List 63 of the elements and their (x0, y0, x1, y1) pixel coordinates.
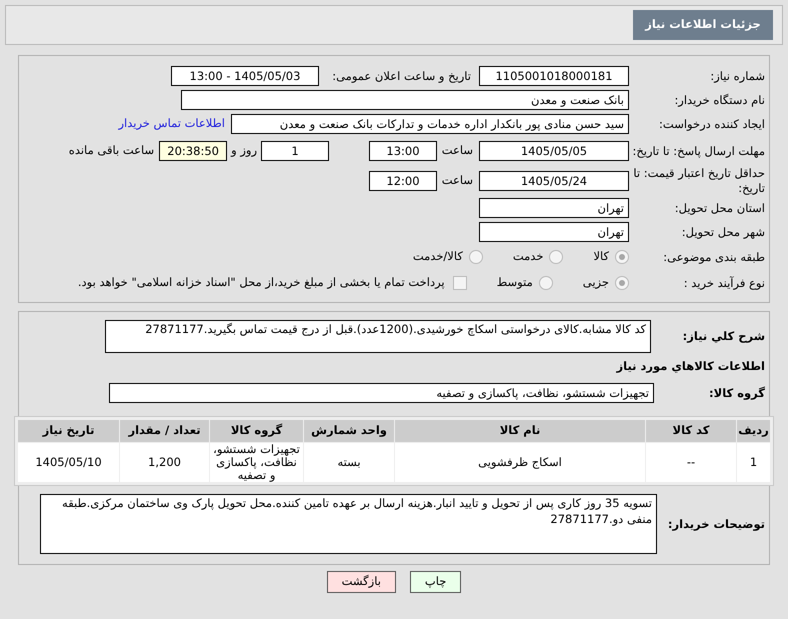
radio-button[interactable] (549, 250, 564, 264)
field-label: شهر محل تحویل: (680, 224, 766, 240)
field-label: استان محل تحویل: (674, 200, 766, 216)
back-button[interactable]: بازگشت (326, 571, 396, 593)
field-label: نوع فرآیند خرید : (682, 276, 766, 290)
field-label: حداقل تاریخ اعتبار قیمت: تا تاریخ: (632, 166, 766, 196)
field-text: جزیی (582, 274, 609, 292)
checkbox[interactable] (452, 276, 467, 290)
field-text: متوسط (496, 274, 533, 292)
input-field[interactable]: 1 (261, 141, 329, 161)
table-cell: اسکاج ظرفشویی (395, 443, 645, 482)
field-text: ساعت (440, 172, 474, 190)
table-cell: 1405/05/10 (18, 443, 119, 482)
field-label: نام دستگاه خریدار: (673, 92, 766, 108)
field-text: کالا (593, 248, 609, 266)
page-title: جزئیات اطلاعات نیاز (633, 10, 773, 40)
input-field[interactable]: تهران (479, 222, 629, 242)
field-label: گروه کالا: (708, 386, 766, 400)
field-label: شماره نیاز: (709, 68, 766, 84)
column-header: واحد شمارش (304, 420, 394, 442)
input-field[interactable]: 1405/05/24 (479, 171, 629, 191)
field-label: شرح کلي نياز: (682, 328, 766, 344)
input-field[interactable]: 13:00 (369, 141, 437, 161)
input-field[interactable]: تجهیزات شستشو، نظافت، پاکسازی و تصفیه (109, 383, 654, 403)
field-label: طبقه بندی موضوعی: (662, 250, 766, 264)
print-button[interactable]: چاپ (410, 571, 462, 593)
field-text: ساعت باقی مانده (68, 142, 156, 160)
contact-link[interactable]: اطلاعات تماس خریدار (118, 115, 231, 133)
field-text: روز و (230, 142, 258, 160)
column-header: گروه کالا (210, 420, 303, 442)
input-field[interactable]: 1405/05/03 - 13:00 (171, 66, 319, 86)
section-heading: اطلاعات کالاهاي مورد نياز (616, 358, 766, 376)
field-label: ایجاد کننده درخواست: (658, 116, 766, 132)
radio-button[interactable] (615, 276, 629, 290)
field-text: کالا/خدمت (412, 248, 463, 266)
radio-button[interactable] (538, 276, 553, 290)
field-text: ساعت (440, 142, 474, 160)
input-field[interactable]: 1105001018000181 (479, 66, 629, 86)
field-text: پرداخت تمام یا بخشی از مبلغ خرید،از محل "اسناد خزانه اسلامی" خواهد بود. (78, 274, 446, 292)
field-label: توضیحات خریدار: (666, 516, 766, 532)
table-cell: 1,200 (120, 443, 209, 482)
text-area[interactable]: کد کالا مشابه.کالای درخواستی اسکاچ خورشیدی.(1200عدد).قبل از درج قیمت تماس بگیرید.27871177 (105, 320, 651, 352)
input-field[interactable]: تهران (479, 198, 629, 218)
input-field[interactable]: 12:00 (369, 171, 437, 191)
column-header: تعداد / مقدار (120, 420, 209, 442)
table-cell: -- (646, 443, 736, 482)
text-area[interactable]: تسویه 35 روز کاری پس از تحویل و تایید انبار.هزینه ارسال بر عهده تامین کننده.محل تحویل پارک وی ساختمان مرکزی.طبقه منفی دو.27871177 (40, 494, 657, 554)
input-field[interactable]: سید حسن منادی پور بانکدار اداره خدمات و تدارکات بانک صنعت و معدن (231, 114, 629, 134)
input-field[interactable]: 20:38:50 (159, 141, 228, 161)
radio-button[interactable] (468, 250, 483, 264)
table-cell: 1 (737, 443, 770, 482)
column-header: تاریخ نیاز (18, 420, 119, 442)
field-label: مهلت ارسال پاسخ: تا تاریخ: (631, 144, 766, 158)
table-cell: تجهیزات شستشو، نظافت، پاکسازی و تصفیه (210, 443, 303, 482)
input-field[interactable]: 1405/05/05 (479, 141, 629, 161)
radio-button[interactable] (615, 250, 629, 264)
table-cell: بسته (304, 443, 394, 482)
column-header: کد کالا (646, 420, 736, 442)
column-header: ردیف (737, 420, 770, 442)
field-label: تاریخ و ساعت اعلان عمومی: (331, 68, 472, 84)
input-field[interactable]: بانک صنعت و معدن (181, 90, 629, 110)
column-header: نام کالا (395, 420, 645, 442)
field-text: خدمت (512, 248, 544, 266)
